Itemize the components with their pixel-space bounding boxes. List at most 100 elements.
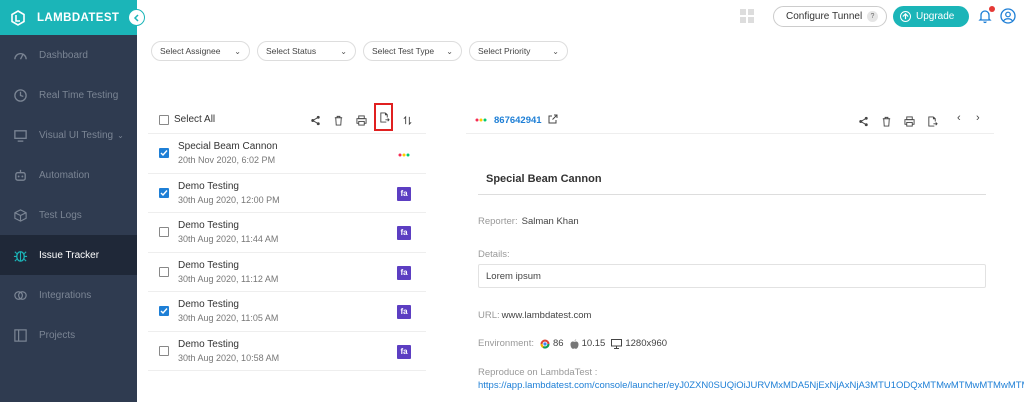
filter-assignee-dropdown[interactable]: Select Assignee ⌄ [151, 41, 250, 61]
external-link-icon[interactable] [548, 114, 558, 127]
sidebar-item-test-logs[interactable]: Test Logs [0, 195, 137, 235]
list-item[interactable]: Demo Testing 30th Aug 2020, 11:12 AM fa [148, 253, 426, 292]
issue-title: Demo Testing [178, 299, 239, 310]
brand-header[interactable]: LAMBDATEST [0, 0, 137, 35]
filter-label: Select Priority [478, 46, 531, 56]
chrome-icon [540, 339, 550, 349]
brand-name: LAMBDATEST [37, 11, 120, 24]
previous-issue-icon[interactable]: ‹ [957, 112, 961, 124]
details-field[interactable]: Lorem ipsum [478, 264, 986, 288]
sidebar-item-projects[interactable]: Projects [0, 315, 137, 355]
filter-bar: Select Assignee ⌄ Select Status ⌄ Select T… [151, 41, 568, 61]
sidebar-item-label: Dashboard [39, 49, 88, 61]
lambdatest-logo-icon [9, 9, 27, 27]
configure-tunnel-label: Configure Tunnel [786, 11, 863, 22]
filter-label: Select Assignee [160, 46, 221, 56]
filter-status-dropdown[interactable]: Select Status ⌄ [257, 41, 356, 61]
bug-icon [11, 246, 29, 264]
environment-label: Environment: [478, 338, 534, 349]
issue-list-toolbar: Select All [148, 100, 426, 134]
top-bar: Configure Tunnel ? Upgrade [137, 0, 1024, 35]
sidebar-item-visual-ui-testing[interactable]: Visual UI Testing ⌄ [0, 115, 137, 155]
select-all-label: Select All [174, 114, 216, 125]
upgrade-label: Upgrade [916, 11, 955, 22]
fa-badge-icon: fa [397, 305, 411, 319]
list-item[interactable]: Demo Testing 30th Aug 2020, 10:58 AM fa [148, 332, 426, 371]
reproduce-link[interactable]: https://app.lambdatest.com/console/launc… [478, 380, 1024, 391]
sidebar-item-label: Issue Tracker [39, 249, 100, 261]
issue-title: Demo Testing [178, 338, 239, 350]
export-button-highlight[interactable] [374, 103, 393, 131]
list-item[interactable]: Demo Testing 30th Aug 2020, 12:00 PM fa [148, 174, 426, 213]
select-all-checkbox[interactable]: Select All [159, 114, 215, 125]
list-item[interactable]: Special Beam Cannon 20th Nov 2020, 6:02 … [148, 134, 426, 174]
issue-title: Demo Testing [178, 180, 239, 192]
bell-icon[interactable] [977, 6, 995, 24]
issue-date: 30th Aug 2020, 11:44 AM [178, 234, 279, 244]
chevron-down-icon: ⌄ [340, 46, 347, 56]
delete-icon[interactable] [881, 114, 892, 127]
checkbox[interactable] [159, 306, 169, 316]
reproduce-label: Reproduce on LambdaTest : [478, 367, 598, 378]
browser-version-value: 86 [552, 338, 564, 349]
print-icon[interactable] [904, 114, 915, 127]
checkbox[interactable] [159, 187, 169, 198]
upgrade-button[interactable]: Upgrade [893, 6, 969, 27]
apps-grid-icon[interactable] [740, 9, 754, 23]
issue-date: 30th Aug 2020, 10:58 AM [178, 352, 280, 363]
configure-tunnel-button[interactable]: Configure Tunnel ? [773, 6, 887, 27]
filter-label: Select Status [266, 46, 317, 56]
checkbox[interactable] [159, 345, 169, 356]
dashboard-icon [11, 46, 29, 64]
help-icon[interactable]: ? [867, 11, 878, 22]
list-item[interactable]: Demo Testing 30th Aug 2020, 11:05 AM fa [148, 292, 426, 332]
export-icon[interactable] [927, 114, 938, 127]
environment-row: Environment: 86 10.15 1280x960 [478, 338, 667, 349]
sidebar-item-dashboard[interactable]: Dashboard [0, 35, 137, 75]
delete-icon[interactable] [333, 113, 344, 126]
filter-label: Select Test Type [372, 46, 435, 56]
robot-icon [11, 166, 29, 184]
list-item[interactable]: Demo Testing 30th Aug 2020, 11:44 AM fa [148, 213, 426, 253]
export-icon [380, 112, 390, 123]
folder-icon [11, 326, 29, 344]
share-icon[interactable] [858, 114, 869, 127]
sidebar-item-real-time-testing[interactable]: Real Time Testing [0, 75, 137, 115]
fa-badge-icon: fa [397, 186, 411, 201]
sidebar-item-label: Projects [39, 329, 76, 341]
sidebar-item-label: Test Logs [39, 209, 82, 221]
issue-id-link[interactable]: 867642941 [474, 114, 558, 127]
fa-badge-icon: fa [397, 265, 411, 280]
filter-test-type-dropdown[interactable]: Select Test Type ⌄ [363, 41, 462, 61]
sidebar-collapse-button[interactable] [128, 9, 145, 26]
checkbox[interactable] [159, 266, 169, 277]
print-icon[interactable] [356, 113, 367, 126]
filter-priority-dropdown[interactable]: Select Priority ⌄ [469, 41, 568, 61]
issue-id: 867642941 [494, 115, 542, 126]
sidebar-item-label: Real Time Testing [39, 89, 119, 101]
checkbox[interactable] [159, 148, 169, 158]
sidebar-item-automation[interactable]: Automation [0, 155, 137, 195]
issue-date: 30th Aug 2020, 11:12 AM [178, 273, 279, 284]
sidebar-item-issue-tracker[interactable]: Issue Tracker [0, 235, 137, 275]
screen-resolution: 1280x960 [611, 338, 667, 349]
issue-detail-title: Special Beam Cannon [478, 163, 986, 195]
integrations-icon [11, 286, 29, 304]
fa-badge-icon: fa [397, 344, 411, 359]
monday-logo-icon [397, 147, 411, 161]
monitor-icon [11, 126, 29, 144]
chevron-down-icon: ⌄ [117, 130, 124, 140]
checkbox[interactable] [159, 227, 169, 237]
user-avatar-icon[interactable] [1000, 8, 1016, 24]
sidebar-item-integrations[interactable]: Integrations [0, 275, 137, 315]
os-version-value: 10.15 [581, 338, 606, 349]
next-issue-icon[interactable]: › [976, 112, 980, 124]
checkbox[interactable] [159, 114, 169, 125]
sort-icon[interactable] [402, 113, 413, 126]
resolution-value: 1280x960 [625, 338, 668, 349]
share-icon[interactable] [310, 113, 321, 126]
sidebar: LAMBDATEST Dashboard Real Time Testing V… [0, 0, 145, 402]
url-value: www.lambdatest.com [501, 310, 592, 321]
fa-badge-icon: fa [397, 226, 411, 240]
notification-dot [989, 6, 995, 12]
